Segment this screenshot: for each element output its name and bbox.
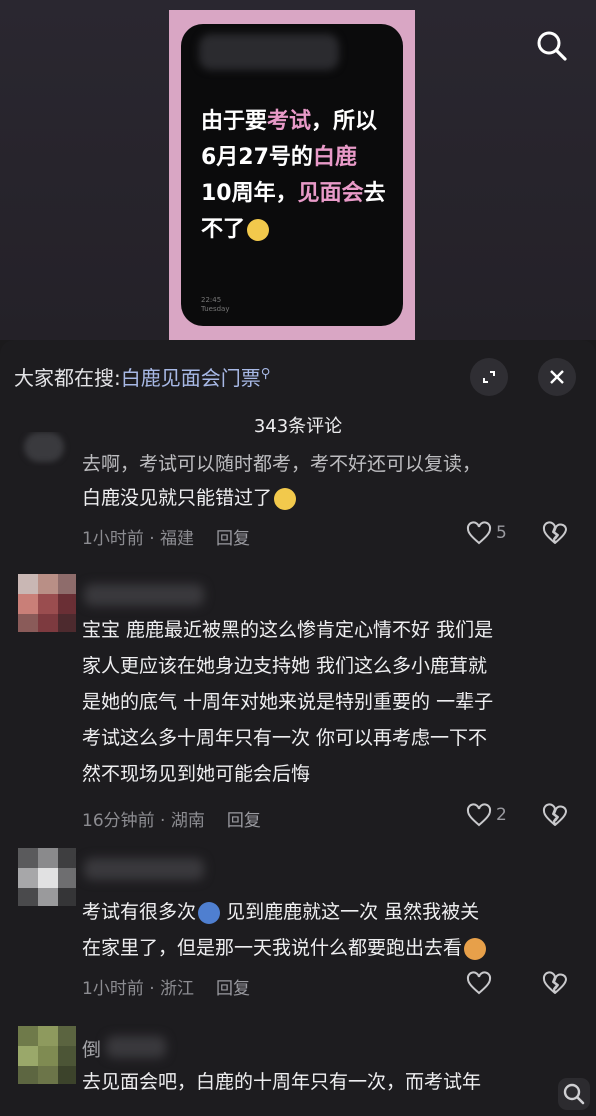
username[interactable] — [84, 584, 204, 606]
dislike-button[interactable] — [542, 803, 570, 831]
avatar[interactable] — [18, 432, 76, 466]
reply-button[interactable]: 回复 — [216, 529, 250, 549]
reply-button[interactable]: 回复 — [216, 979, 250, 999]
expand-icon — [483, 371, 495, 383]
running-emoji-icon — [198, 901, 221, 924]
like-button[interactable] — [466, 971, 526, 999]
post-image[interactable]: 由于要考试，所以6月27号的白鹿10周年，见面会去不了 22:45 Tuesday — [169, 10, 415, 340]
dislike-button[interactable] — [542, 971, 570, 999]
reply-button[interactable]: 回复 — [227, 811, 261, 831]
comment-username[interactable]: 倒 — [82, 1032, 101, 1068]
comment-text-line: 在家里了，但是那一天我说什么都要跑出去看 — [82, 930, 487, 966]
comment-text-line: 宝宝 鹿鹿最近被黑的这么惨肯定心情不好 我们是 — [82, 619, 494, 641]
small-search-icon: ⚲ — [260, 366, 271, 382]
comment-text-line: 去见面会吧，白鹿的十周年只有一次，而考试年 — [82, 1071, 482, 1093]
expand-button[interactable] — [470, 358, 508, 396]
comment-text-line: 是她的底气 十周年对她来说是特别重要的 一辈子 — [82, 691, 494, 713]
comment-meta: 1小时前 · 浙江 回复 — [82, 979, 251, 999]
heart-icon — [466, 971, 492, 995]
comment-text-line: 家人更应该在她身边支持她 我们这么多小鹿茸就 — [82, 655, 488, 677]
broken-heart-icon — [542, 971, 567, 994]
like-count: 5 — [496, 523, 507, 543]
broken-heart-icon — [542, 803, 567, 826]
blurred-notch — [199, 34, 339, 70]
like-button[interactable]: 2 — [466, 803, 526, 831]
search-badge-icon[interactable] — [556, 1076, 592, 1112]
post-image-area: 由于要考试，所以6月27号的白鹿10周年，见面会去不了 22:45 Tuesday — [0, 0, 596, 340]
comment-text-line: 白鹿没见就只能错过了 — [82, 480, 297, 516]
comment-text-line: 去啊，考试可以随时都考，考不好还可以复读， — [82, 453, 482, 475]
post-time: 22:45 Tuesday — [201, 296, 230, 313]
crying-emoji-icon — [274, 487, 297, 510]
comment-count: 343条评论 — [253, 416, 343, 437]
dislike-button[interactable] — [542, 521, 570, 549]
close-button[interactable] — [538, 358, 576, 396]
phone-screenshot: 由于要考试，所以6月27号的白鹿10周年，见面会去不了 22:45 Tuesday — [181, 24, 403, 326]
post-message: 由于要考试，所以6月27号的白鹿10周年，见面会去不了 — [201, 109, 386, 242]
comment-meta: 1小时前 · 福建 回复 — [82, 529, 251, 549]
heart-icon — [466, 521, 492, 545]
avatar[interactable] — [18, 1026, 76, 1084]
search-suggestion-query[interactable]: 白鹿见面会门票 — [121, 366, 261, 390]
like-count: 2 — [496, 805, 507, 825]
username-blur — [106, 1036, 166, 1058]
close-icon — [550, 370, 564, 384]
avatar[interactable] — [18, 848, 76, 906]
comments-sheet: 大家都在搜:白鹿见面会门票⚲ 343条评论 去啊，考试可以随时都考，考不好还可以… — [0, 340, 596, 1116]
search-icon[interactable] — [534, 28, 570, 64]
search-suggestion[interactable]: 大家都在搜:白鹿见面会门票⚲ — [14, 362, 270, 391]
like-button[interactable]: 5 — [466, 521, 526, 549]
broken-heart-icon — [542, 521, 567, 544]
comment-text-line: 考试有很多次 见到鹿鹿就这一次 虽然我被关 — [82, 901, 480, 924]
hugging-emoji-icon — [464, 937, 487, 960]
crying-emoji-icon — [247, 219, 270, 241]
comment-meta: 16分钟前 · 湖南 回复 — [82, 811, 261, 831]
comments-sheet-header: 大家都在搜:白鹿见面会门票⚲ 343条评论 — [0, 340, 596, 437]
username[interactable] — [84, 858, 204, 880]
comment-text-line: 考试这么多十周年只有一次 你可以再考虑一下不 — [82, 727, 488, 749]
heart-icon — [466, 803, 492, 827]
avatar[interactable] — [18, 574, 76, 632]
comment-text-line: 然不现场见到她可能会后悔 — [82, 763, 311, 785]
